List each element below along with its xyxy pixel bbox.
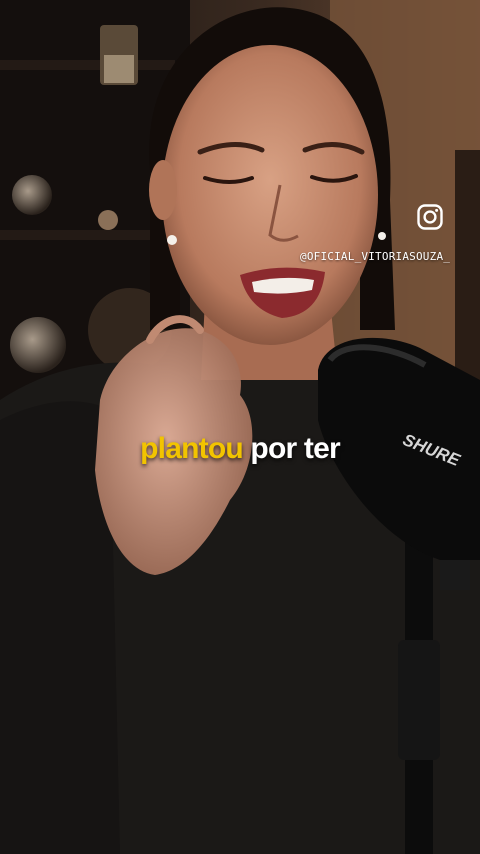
caption-text: por ter: [250, 432, 340, 465]
video-frame: SHURE @OFICIAL_VITORIASOUZA_ plantou por…: [0, 0, 480, 854]
caption-highlight-word: plantou: [140, 432, 244, 465]
instagram-handle: @OFICIAL_VITORIASOUZA_: [300, 250, 451, 263]
instagram-icon: [416, 203, 444, 231]
subtitle-caption: plantou por ter: [0, 432, 480, 466]
video-scene: SHURE: [0, 0, 480, 854]
